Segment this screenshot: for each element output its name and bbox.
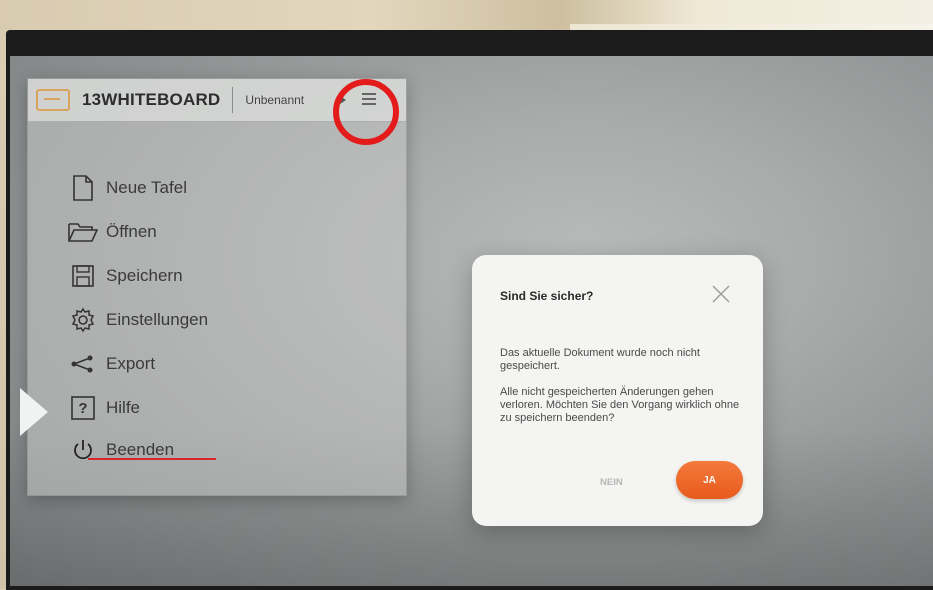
menu-item-oeffnen[interactable]: Öffnen — [68, 217, 157, 247]
folder-open-icon — [68, 217, 98, 247]
yes-button[interactable]: JA — [676, 461, 743, 499]
menu-item-beenden[interactable]: Beenden — [68, 435, 174, 465]
menu-item-hilfe[interactable]: ? Hilfe — [68, 393, 140, 423]
new-document-icon — [68, 173, 98, 203]
menu-item-label: Öffnen — [106, 222, 157, 241]
logo-icon — [36, 89, 70, 111]
dialog-title: Sind Sie sicher? — [500, 289, 594, 303]
menu-item-export[interactable]: Export — [68, 349, 155, 379]
help-icon: ? — [68, 393, 98, 423]
header-divider — [232, 87, 234, 113]
app-brand: 13WHITEBOARD — [82, 90, 221, 109]
svg-text:?: ? — [78, 400, 87, 417]
dialog-message-2: Alle nicht gespeicherten Änderungen gehe… — [500, 386, 740, 424]
menu-item-speichern[interactable]: Speichern — [68, 261, 183, 291]
floppy-disk-icon — [68, 261, 98, 291]
menu-item-label: Neue Tafel — [106, 178, 187, 197]
gear-icon — [68, 305, 98, 335]
no-button[interactable]: NEIN — [600, 477, 623, 488]
power-icon — [68, 435, 98, 465]
close-icon[interactable] — [710, 283, 732, 305]
menu-item-label: Export — [106, 354, 156, 373]
menu-item-label: Hilfe — [106, 398, 141, 417]
menu-item-label: Einstellungen — [106, 310, 209, 329]
dialog-message-1: Das aktuelle Dokument wurde noch nicht g… — [500, 347, 700, 372]
annotation-red-circle — [333, 79, 399, 145]
menu-item-label: Speichern — [106, 266, 183, 285]
share-icon — [68, 349, 98, 379]
side-panel-arrow[interactable] — [20, 388, 48, 436]
menu-item-einstellungen[interactable]: Einstellungen — [68, 305, 208, 335]
menu-item-neue-tafel[interactable]: Neue Tafel — [68, 173, 187, 203]
document-name[interactable]: Unbenannt — [245, 93, 304, 107]
confirm-dialog: Sind Sie sicher? Das aktuelle Dokument w… — [472, 255, 763, 526]
annotation-underline — [88, 458, 216, 460]
menu-item-label: Beenden — [106, 440, 175, 459]
